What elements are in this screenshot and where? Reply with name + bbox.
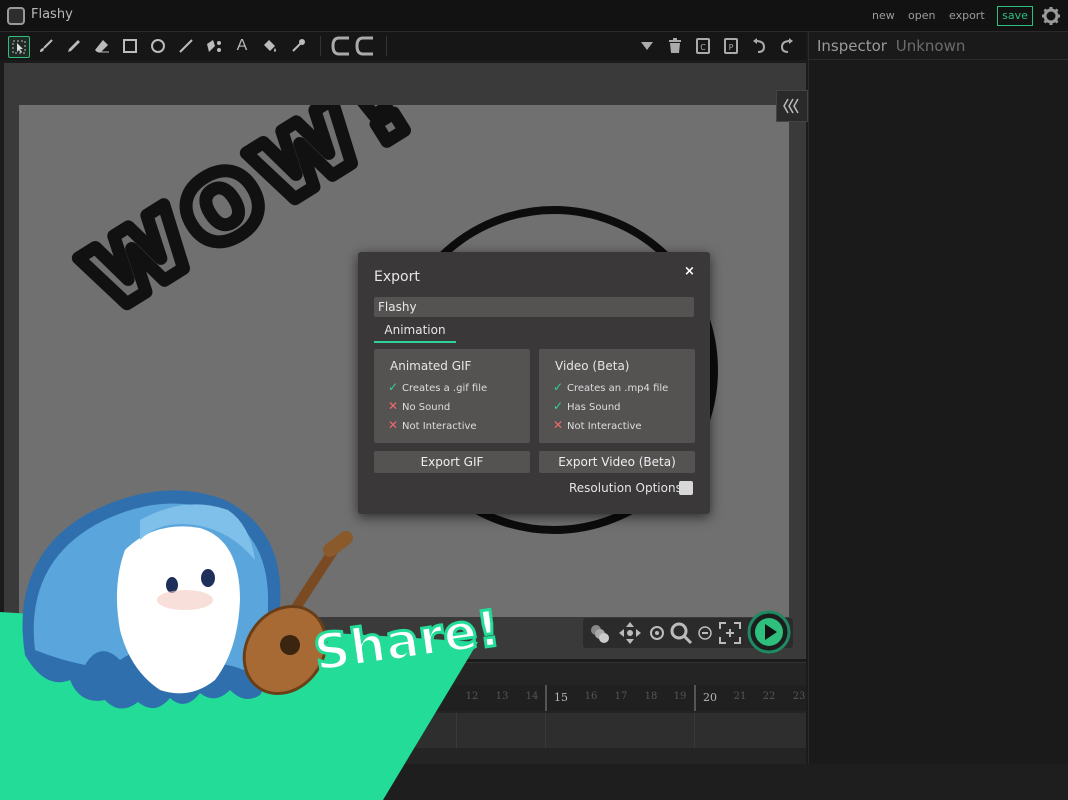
inspector-subtitle: Unknown (895, 37, 966, 55)
fill-bucket-tool-icon[interactable] (260, 36, 280, 56)
menu-open[interactable]: open (908, 9, 935, 22)
play-button-icon[interactable] (747, 610, 791, 654)
menu-new[interactable]: new (872, 9, 895, 22)
toolbar-divider (386, 36, 387, 56)
frame-number: 19 (673, 691, 687, 702)
fit-screen-icon[interactable] (718, 621, 742, 645)
export-video-button[interactable]: Export Video (Beta) (539, 451, 695, 473)
gear-icon[interactable] (1041, 6, 1061, 26)
frame-number: 23 (792, 691, 806, 702)
frame-number: 21 (733, 691, 747, 702)
video-option-card: Video (Beta) ✓ Creates an .mp4 file ✓ Has … (539, 349, 695, 443)
feature-item: ✕ Not Interactive (553, 418, 642, 432)
feature-item: ✕ Not Interactive (388, 418, 477, 432)
svg-text:C: C (700, 43, 706, 52)
feature-item: ✓ Creates a .gif file (388, 380, 488, 394)
filename-input[interactable] (374, 297, 694, 317)
inspector-header: Inspector Unknown (809, 32, 1068, 60)
frame-marker (545, 685, 547, 711)
resolution-options-checkbox[interactable] (679, 481, 693, 495)
feature-item: ✕ No Sound (388, 399, 451, 413)
center-target-icon[interactable] (649, 625, 665, 641)
check-icon: ✓ (553, 399, 564, 413)
dialog-title: Export (374, 269, 420, 285)
text-tool-icon[interactable]: A (232, 36, 252, 56)
frame-number: 16 (584, 691, 598, 702)
rectangle-tool-icon[interactable] (120, 36, 140, 56)
frame-number: 15 (554, 691, 568, 704)
title-bar: Flashy new open export save (0, 0, 1068, 32)
frame-number: 14 (525, 691, 539, 702)
pencil-tool-icon[interactable] (64, 36, 84, 56)
eraser-tool-icon[interactable] (92, 36, 112, 56)
inspector-title: Inspector (817, 37, 887, 55)
card-title: Animated GIF (390, 359, 472, 373)
undo-icon[interactable] (749, 36, 769, 56)
timeline-layer-row[interactable] (0, 713, 806, 748)
redo-icon[interactable] (777, 36, 797, 56)
zoom-out-icon[interactable] (698, 626, 712, 640)
gif-option-card: Animated GIF ✓ Creates a .gif file ✕ No So… (374, 349, 530, 443)
playback-controls (583, 610, 793, 654)
line-tool-icon[interactable] (176, 36, 196, 56)
card-title: Video (Beta) (555, 359, 630, 373)
export-dialog: Export × Animation Animated GIF ✓Creates… (358, 252, 710, 514)
frame-number: 20 (703, 691, 717, 704)
toolbar-divider (320, 36, 321, 56)
status-strip (0, 764, 1068, 800)
layers-icon[interactable] (585, 618, 615, 648)
move-pan-icon[interactable] (616, 619, 644, 647)
feature-item: ✓ Creates an .mp4 file (553, 380, 669, 394)
path-tool-icon[interactable] (204, 36, 224, 56)
dropdown-arrow-icon[interactable] (637, 36, 657, 56)
trash-icon[interactable] (665, 36, 685, 56)
frame-marker (694, 685, 696, 711)
timeline: 12 13 14 15 16 17 18 19 20 21 22 23 (0, 662, 806, 765)
feature-item: ✓ Has Sound (553, 399, 621, 413)
close-icon[interactable]: × (684, 264, 695, 279)
menu-export[interactable]: export (949, 9, 985, 22)
app-logo (7, 7, 25, 25)
check-icon: ✓ (553, 380, 564, 394)
export-gif-button[interactable]: Export GIF (374, 451, 530, 473)
cross-icon: ✕ (388, 418, 399, 432)
toolbar: A C P (0, 32, 806, 60)
check-icon: ✓ (388, 380, 399, 394)
cross-icon: ✕ (388, 399, 399, 413)
cross-icon: ✕ (553, 418, 564, 432)
paste-icon[interactable]: P (721, 36, 741, 56)
frame-number: 12 (465, 691, 479, 702)
frame-number: 22 (762, 691, 776, 702)
eyedropper-tool-icon[interactable] (288, 36, 308, 56)
resolution-options-label: Resolution Options (569, 481, 682, 495)
onion-skin-next-icon[interactable] (354, 36, 378, 56)
app-title: Flashy (31, 7, 73, 22)
collapse-panel-button[interactable] (776, 90, 808, 122)
save-button[interactable]: save (997, 6, 1033, 26)
frame-number: 17 (614, 691, 628, 702)
svg-text:P: P (729, 43, 734, 52)
onion-skin-prev-icon[interactable] (330, 36, 354, 56)
ellipse-tool-icon[interactable] (148, 36, 168, 56)
zoom-icon[interactable] (669, 621, 693, 645)
copy-icon[interactable]: C (693, 36, 713, 56)
brush-tool-icon[interactable] (36, 36, 56, 56)
frame-number: 13 (495, 691, 509, 702)
frame-number: 18 (644, 691, 658, 702)
select-tool-icon[interactable] (8, 36, 30, 58)
tab-animation[interactable]: Animation (374, 323, 456, 343)
timeline-ruler[interactable]: 12 13 14 15 16 17 18 19 20 21 22 23 (0, 685, 806, 711)
inspector-panel: Inspector Unknown (808, 32, 1068, 764)
